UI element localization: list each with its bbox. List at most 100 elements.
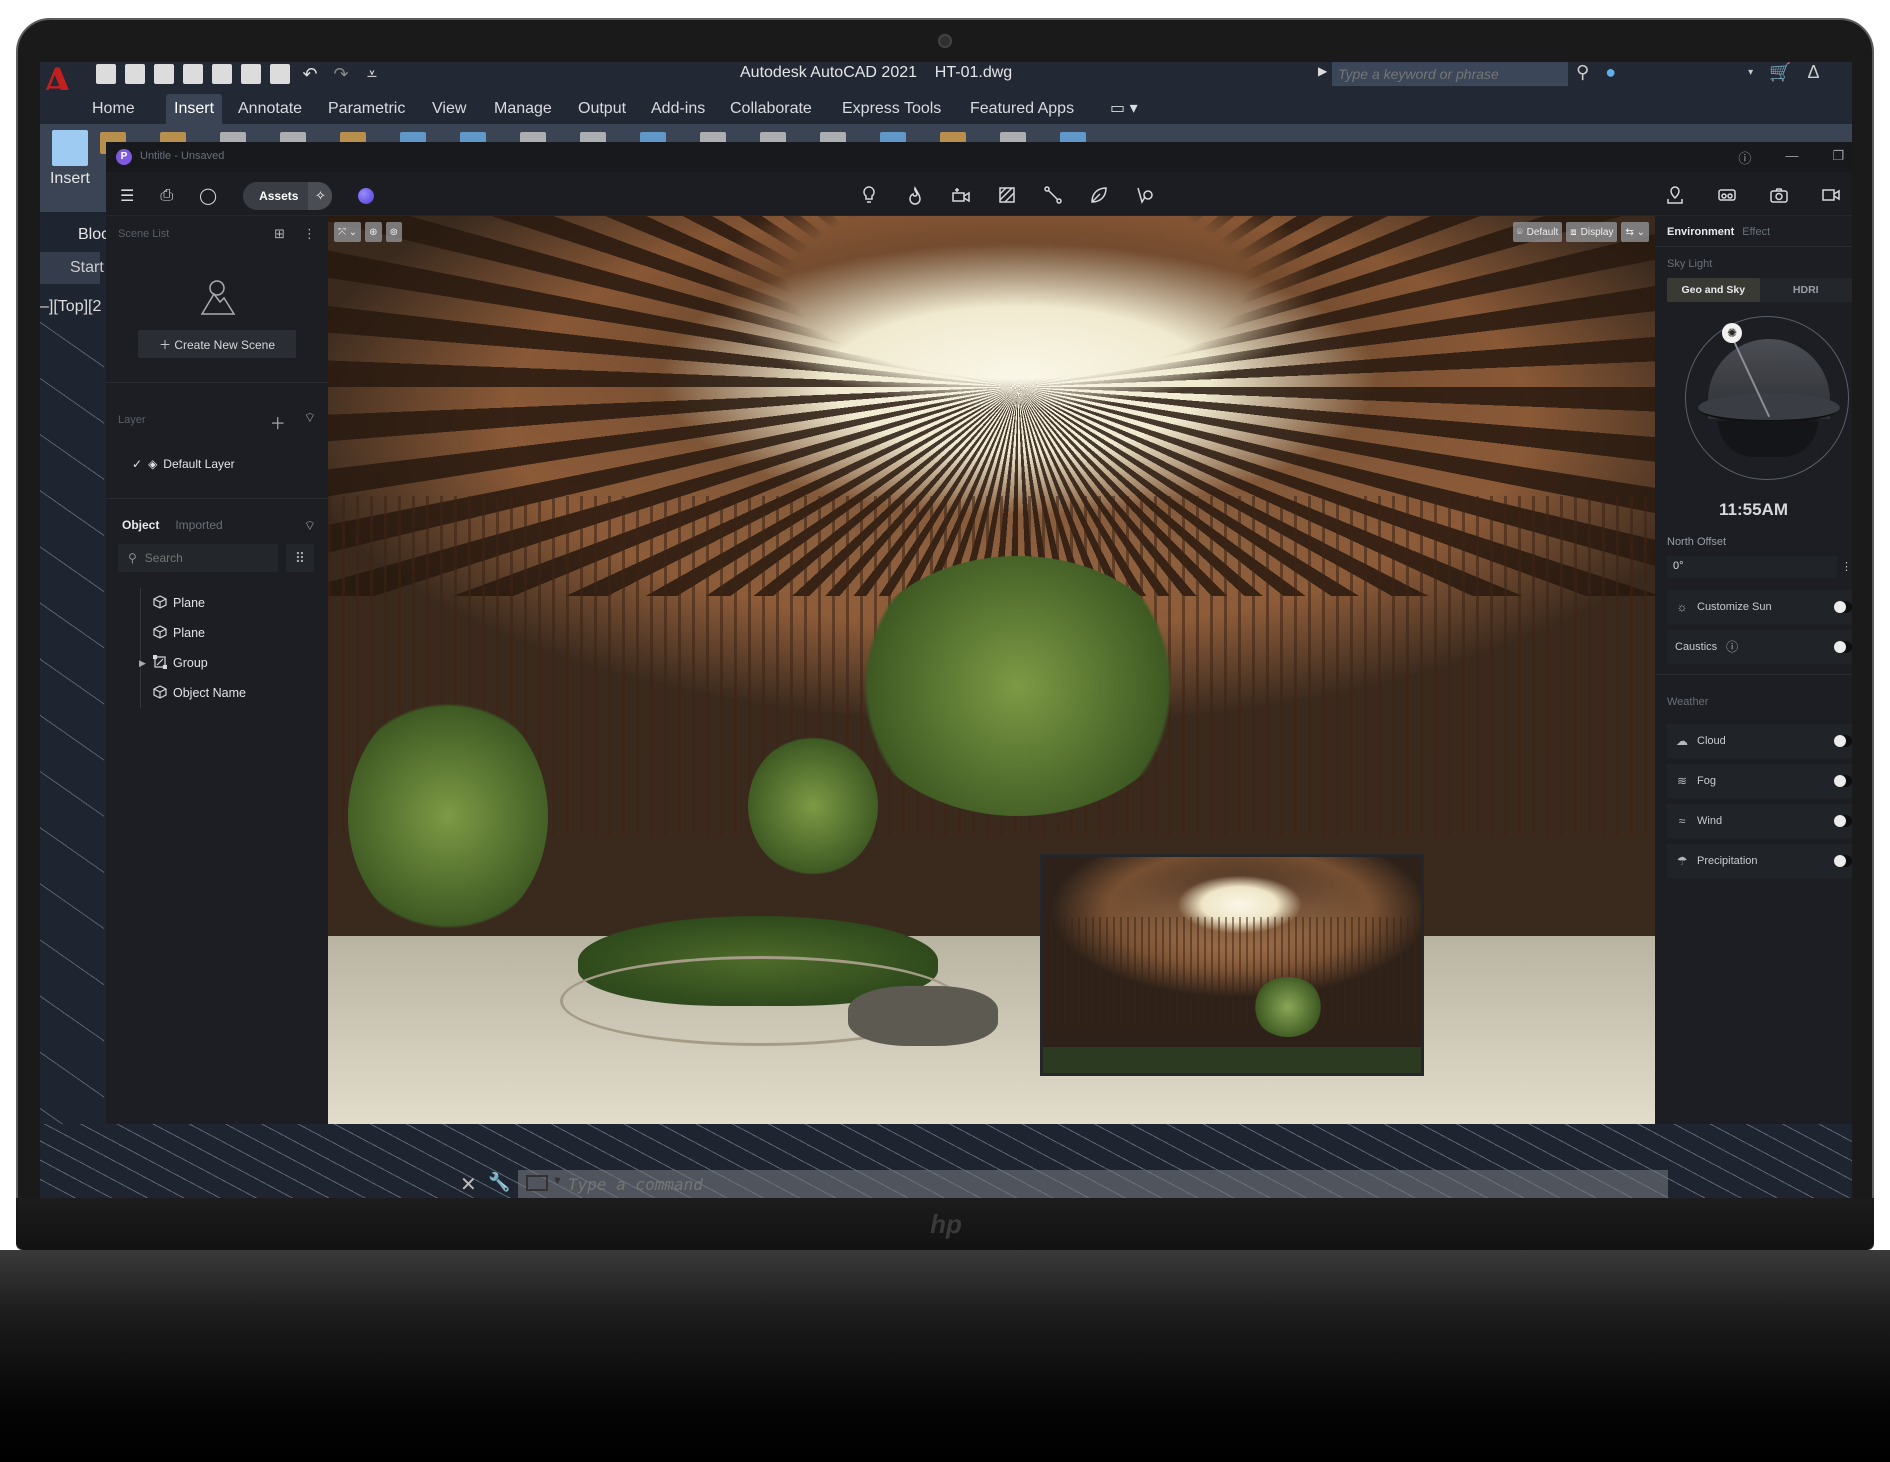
precipitation-toggle[interactable] [1834, 855, 1852, 867]
save-to-web-icon[interactable] [241, 64, 261, 84]
weather-row-cloud[interactable]: ☁ Cloud [1667, 724, 1852, 758]
command-customize-icon[interactable]: 🔧 [488, 1172, 510, 1193]
ribbon-tab-insert[interactable]: Insert [166, 94, 223, 124]
menu-icon[interactable]: ☰ [120, 186, 134, 206]
restore-icon[interactable]: ❐ [1832, 148, 1844, 167]
expand-caret-icon[interactable]: ▶ [139, 658, 146, 669]
insert-block-button[interactable]: Insert [40, 130, 100, 188]
ai-sparkle-icon[interactable]: ✧ [308, 182, 333, 210]
grid-view-icon[interactable]: ⠿ [286, 544, 314, 572]
ribbon-minimize-icon[interactable]: ▭ ▾ [1102, 94, 1146, 124]
object-tree-item[interactable]: ▶ Group [139, 648, 246, 678]
ribbon-tab-home[interactable]: Home [84, 94, 143, 124]
customize-quick-access-icon[interactable]: ⩡ [361, 64, 383, 84]
undo-icon[interactable]: ↶ [299, 64, 321, 84]
ribbon-tab-manage[interactable]: Manage [486, 94, 560, 124]
wind-toggle[interactable] [1834, 815, 1852, 827]
sun-position-dial[interactable]: ✺ [1685, 316, 1849, 480]
cloud-toggle[interactable] [1834, 735, 1852, 747]
tab-object[interactable]: Object [122, 518, 159, 532]
object-tree-item[interactable]: Plane [153, 618, 246, 648]
customize-sun-row[interactable]: ☼ Customize Sun [1667, 590, 1852, 624]
weather-row-fog[interactable]: ≋ Fog [1667, 764, 1852, 798]
preview-render-thumbnail[interactable] [1040, 854, 1424, 1076]
open-folder-icon[interactable] [125, 64, 145, 84]
add-camera-icon[interactable] [950, 184, 972, 206]
spotlight-icon[interactable] [1134, 184, 1156, 206]
new-file-icon[interactable] [96, 64, 116, 84]
light-bulb-icon[interactable] [858, 184, 880, 206]
add-scene-icon[interactable]: ⊞ [274, 226, 285, 242]
viewport-controls-label[interactable]: –][Top][2 [40, 298, 101, 316]
geo-and-sky-option[interactable]: Geo and Sky [1667, 278, 1760, 302]
camera-icon[interactable] [1768, 184, 1790, 206]
ai-orb-icon[interactable] [358, 188, 375, 204]
collapse-layer-icon[interactable]: ⌔ [304, 410, 316, 434]
path-icon[interactable] [1042, 184, 1064, 206]
leaf-icon[interactable] [1088, 184, 1110, 206]
tab-imported[interactable]: Imported [175, 518, 222, 532]
assets-button[interactable]: Assets ✧ [243, 182, 333, 210]
vr-headset-icon[interactable] [1716, 184, 1738, 206]
ribbon-tab-add-ins[interactable]: Add-ins [643, 94, 713, 124]
open-from-web-icon[interactable] [212, 64, 232, 84]
search-icon[interactable]: ⚲ [1576, 62, 1589, 83]
autodesk-a360-icon[interactable]: Δ [1808, 62, 1820, 83]
plot-icon[interactable] [270, 64, 290, 84]
save-as-icon[interactable] [183, 64, 203, 84]
material-icon[interactable] [996, 184, 1018, 206]
start-tab[interactable]: Start [40, 252, 104, 284]
help-icon[interactable]: ⓘ [1738, 148, 1751, 167]
ribbon-tab-view[interactable]: View [424, 94, 474, 124]
weather-row-precipitation[interactable]: ☂ Precipitation [1667, 844, 1852, 878]
ribbon-tab-parametric[interactable]: Parametric [320, 94, 413, 124]
object-search-input[interactable] [144, 551, 265, 565]
redo-icon[interactable]: ↷ [330, 64, 352, 84]
hdri-option[interactable]: HDRI [1760, 278, 1853, 302]
comment-icon[interactable]: ◯ [199, 186, 217, 206]
camera-switch-button[interactable]: ⇆ ⌄ [1621, 222, 1649, 242]
sun-handle-icon[interactable]: ✺ [1722, 323, 1742, 343]
add-layer-icon[interactable]: ＋ [270, 410, 286, 434]
render-viewport[interactable]: ⤧ ⌄ ⊕ ⊚ ⌾ Default ⧈ Display ⇆ ⌄ [328, 216, 1655, 1124]
command-prompt-icon[interactable] [526, 1175, 548, 1191]
user-account-icon[interactable]: ● [1605, 62, 1616, 83]
weather-row-wind[interactable]: ≈ Wind [1667, 804, 1852, 838]
customize-sun-toggle[interactable] [1834, 601, 1852, 613]
search-expand-icon[interactable]: ▶ [1318, 64, 1327, 78]
north-offset-slider[interactable]: 0° [1667, 556, 1837, 578]
caustics-toggle[interactable] [1834, 641, 1852, 653]
ribbon-tab-collaborate[interactable]: Collaborate [722, 94, 820, 124]
collapse-objects-icon[interactable]: ⌔ [304, 518, 316, 534]
object-tree-item[interactable]: Plane [153, 588, 246, 618]
caustics-row[interactable]: Caustics ⓘ [1667, 630, 1852, 664]
save-icon[interactable] [154, 64, 174, 84]
more-options-icon[interactable]: ⋮ [303, 226, 316, 242]
create-new-scene-button[interactable]: ＋ Create New Scene [138, 330, 296, 358]
minimize-icon[interactable]: — [1785, 148, 1798, 167]
ribbon-tab-featured-apps[interactable]: Featured Apps [962, 94, 1082, 124]
ribbon-tab-annotate[interactable]: Annotate [230, 94, 310, 124]
recent-commands-dropdown-icon[interactable]: ▼ [552, 1175, 563, 1187]
transform-gizmo-button[interactable]: ⤧ ⌄ [334, 222, 362, 242]
fire-icon[interactable] [904, 184, 926, 206]
help-icon[interactable]: ⓘ [1725, 640, 1739, 654]
command-input[interactable] [568, 1172, 1648, 1196]
cart-icon[interactable]: 🛒 [1769, 62, 1791, 83]
fog-toggle[interactable] [1834, 775, 1852, 787]
location-icon[interactable] [1664, 184, 1686, 206]
command-close-icon[interactable]: ✕ [460, 1172, 477, 1197]
tab-environment[interactable]: Environment [1667, 226, 1734, 238]
object-tree-item[interactable]: Object Name [153, 678, 246, 708]
autocad-search-input[interactable] [1332, 62, 1568, 86]
tab-effect[interactable]: Effect [1742, 226, 1770, 238]
camera-preset-button[interactable]: ⌾ Default [1512, 222, 1563, 242]
export-file-icon[interactable]: ⎙ [160, 187, 173, 205]
ribbon-tab-express-tools[interactable]: Express Tools [834, 94, 949, 124]
globe-icon[interactable]: ⊕ [365, 222, 382, 242]
ribbon-tab-output[interactable]: Output [570, 94, 634, 124]
display-button[interactable]: ⧈ Display [1566, 222, 1618, 242]
orbit-icon[interactable]: ⊚ [385, 222, 402, 242]
north-offset-more-icon[interactable]: ⋮ [1841, 560, 1852, 573]
dropdown-icon[interactable]: ▾ [1748, 67, 1753, 78]
